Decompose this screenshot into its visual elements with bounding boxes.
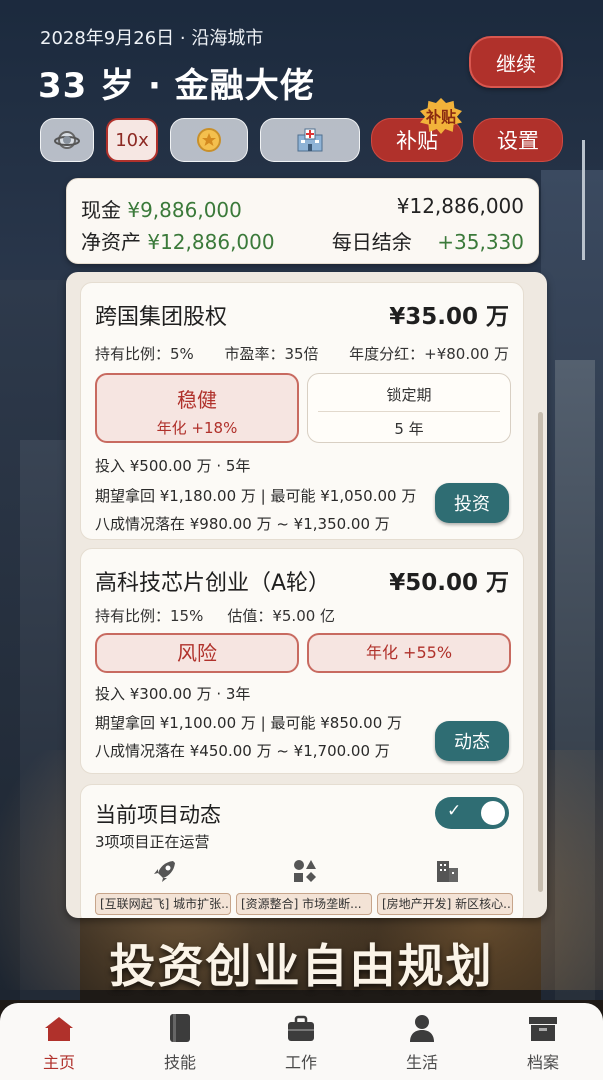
archive-icon (529, 1017, 557, 1041)
project-news-item[interactable]: [互联网起飞] 城市扩张... (95, 893, 231, 915)
toolbar: 10x 补贴 补贴 设置 (40, 98, 563, 162)
tab-label: 档案 (526, 1053, 559, 1072)
feed-subtitle: 3项项目正在运营 (95, 833, 210, 851)
date-location: 2028年9月26日 · 沿海城市 (40, 28, 264, 49)
tab-label: 工作 (284, 1053, 317, 1072)
return-range: 八成情况落在 ¥450.00 万 ~ ¥1,700.00 万 (95, 742, 390, 760)
home-icon (45, 1017, 73, 1041)
holding-ratio: 持有比例：15% (95, 607, 204, 625)
rocket-icon (151, 857, 179, 885)
tower-spire (582, 140, 585, 260)
daily-group: 每日结余 +35,330 (332, 226, 524, 255)
annual-dividend: 年度分红：+¥80.00 万 (349, 345, 509, 363)
risk-level: 稳健 (177, 388, 217, 412)
net-group: 净资产 ¥12,886,000 (81, 226, 275, 255)
holding-ratio: 持有比例：5% (95, 345, 194, 363)
investment-meta: 持有比例：15% 估值：¥5.00 亿 (95, 605, 509, 626)
avatar-button[interactable] (40, 118, 94, 162)
tab-label: 主页 (42, 1053, 75, 1072)
expected-return: 期望拿回 ¥1,100.00 万 | 最可能 ¥850.00 万 (95, 714, 403, 732)
slogan-banner: 投资创业自由规划 (109, 939, 494, 993)
feed-toggle[interactable]: ✓ (435, 797, 509, 829)
planet-icon (54, 131, 80, 149)
project-news-item[interactable]: [资源整合] 市场垄断... (236, 893, 372, 915)
net-label: 净资产 (81, 230, 141, 254)
scrollbar[interactable] (538, 412, 543, 892)
summary-row-net: 净资产 ¥12,886,000 每日结余 +35,330 (81, 226, 524, 255)
valuation: 估值：¥5.00 亿 (227, 607, 336, 625)
tab-label: 生活 (405, 1053, 438, 1072)
tab-skills[interactable]: 技能 (135, 1013, 225, 1073)
hospital-icon (297, 128, 323, 152)
tab-label: 技能 (163, 1053, 196, 1072)
net-value: ¥12,886,000 (147, 230, 275, 254)
tab-home[interactable]: 主页 (14, 1013, 104, 1073)
total-value: ¥12,886,000 (396, 194, 524, 218)
check-icon: ✓ (447, 801, 462, 821)
annual-return-tag: 年化 +55% (307, 633, 511, 673)
lock-period-label: 锁定期 (386, 386, 432, 404)
hospital-button[interactable] (260, 118, 360, 162)
lock-period-selector[interactable]: 锁定期 5 年 (307, 373, 511, 443)
investment-title: 跨国集团股权 (95, 305, 228, 330)
person-icon (410, 1015, 434, 1042)
book-icon (170, 1014, 190, 1042)
annual-return: 年化 +18% (156, 419, 238, 437)
cash-group: 现金 ¥9,886,000 (81, 194, 242, 223)
feed-title: 当前项目动态 (95, 803, 221, 827)
page-title: 33 岁 · 金融大佬 (38, 66, 315, 106)
lock-period-value: 5 年 (394, 420, 424, 438)
cash-label: 现金 (81, 198, 121, 222)
summary-row-cash: 现金 ¥9,886,000 ¥12,886,000 (81, 194, 524, 223)
daily-value: +35,330 (437, 230, 524, 254)
pe-ratio: 市盈率：35倍 (224, 345, 319, 363)
investment-amount: ¥35.00 万 (389, 304, 509, 330)
investment-panel[interactable]: 跨国集团股权 ¥35.00 万 持有比例：5% 市盈率：35倍 年度分红：+¥8… (66, 272, 547, 918)
investment-input: 投入 ¥300.00 万 · 3年 (95, 685, 251, 703)
divider (318, 411, 500, 412)
return-range: 八成情况落在 ¥980.00 万 ~ ¥1,350.00 万 (95, 515, 390, 533)
speed-button[interactable]: 10x (106, 118, 158, 162)
risk-tag-high[interactable]: 风险 (95, 633, 299, 673)
tab-life[interactable]: 生活 (377, 1013, 467, 1073)
shapes-icon (291, 857, 319, 885)
coin-star-icon (197, 128, 221, 152)
tab-work[interactable]: 工作 (256, 1013, 346, 1073)
investment-meta: 持有比例：5% 市盈率：35倍 年度分红：+¥80.00 万 (95, 343, 509, 364)
investment-title: 高科技芯片创业（A轮） (95, 571, 331, 596)
briefcase-icon (288, 1015, 314, 1041)
toggle-knob (481, 801, 505, 825)
building-icon (433, 857, 461, 885)
continue-button[interactable]: 继续 (469, 36, 563, 88)
investment-amount: ¥50.00 万 (389, 570, 509, 596)
investment-input: 投入 ¥500.00 万 · 5年 (95, 457, 251, 475)
expected-return: 期望拿回 ¥1,180.00 万 | 最可能 ¥1,050.00 万 (95, 487, 417, 505)
finance-summary: 现金 ¥9,886,000 ¥12,886,000 净资产 ¥12,886,00… (66, 178, 539, 264)
daily-label: 每日结余 (331, 230, 412, 254)
tab-archive[interactable]: 档案 (498, 1013, 588, 1073)
investment-card: 跨国集团股权 ¥35.00 万 持有比例：5% 市盈率：35倍 年度分红：+¥8… (80, 282, 524, 540)
project-news-item[interactable]: [房地产开发] 新区核心... (377, 893, 513, 915)
invest-button[interactable]: 投资 (435, 483, 509, 523)
investment-card: 高科技芯片创业（A轮） ¥50.00 万 持有比例：15% 估值：¥5.00 亿… (80, 548, 524, 774)
settings-button[interactable]: 设置 (473, 118, 563, 162)
dynamics-button[interactable]: 动态 (435, 721, 509, 761)
bottom-tab-bar: 主页 技能 工作 生活 档案 (0, 1003, 603, 1080)
cash-value: ¥9,886,000 (127, 198, 242, 222)
risk-tag-stable[interactable]: 稳健 年化 +18% (95, 373, 299, 443)
coin-button[interactable] (170, 118, 248, 162)
project-feed-card: 当前项目动态 3项项目正在运营 ✓ [互联网起飞] 城市扩张... [资源整合]… (80, 784, 524, 918)
